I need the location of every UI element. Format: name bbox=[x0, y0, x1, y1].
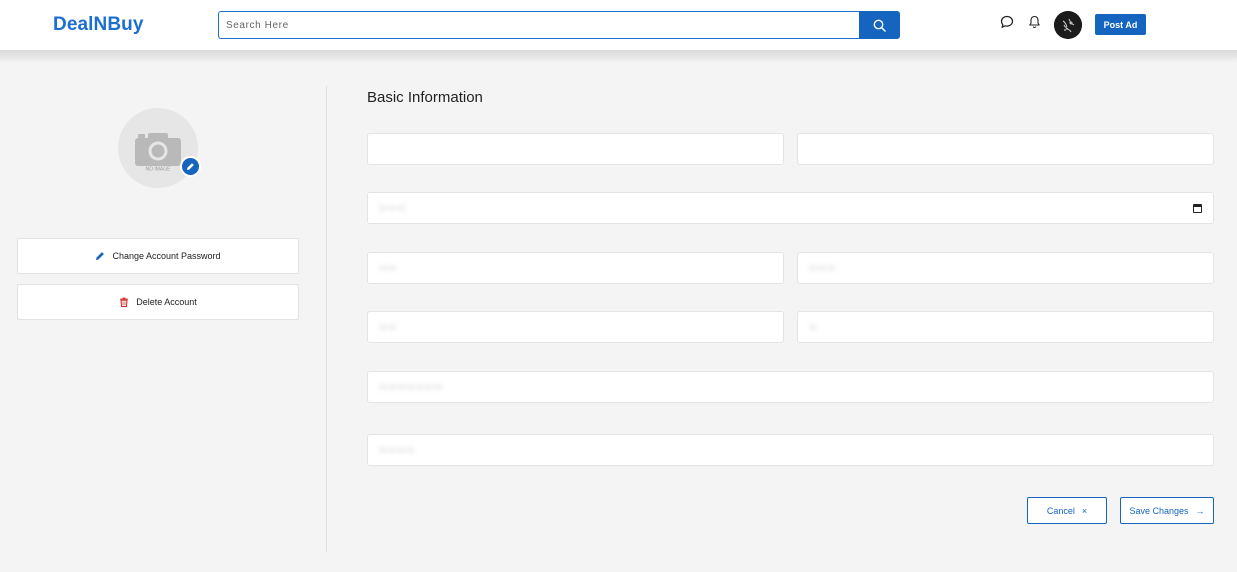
arrow-right-icon: → bbox=[1195, 505, 1205, 516]
field-value: – – – bbox=[810, 262, 835, 274]
top-header: DealNBuy Post Ad bbox=[0, 0, 1237, 50]
close-icon: × bbox=[1081, 505, 1088, 516]
search-input[interactable] bbox=[218, 11, 859, 39]
column-divider bbox=[326, 86, 327, 552]
date-field[interactable]: – – – bbox=[367, 192, 1214, 224]
field-value: – – – bbox=[380, 202, 405, 214]
form-field-1[interactable] bbox=[367, 133, 784, 165]
cancel-button[interactable]: Cancel × bbox=[1027, 497, 1107, 524]
post-ad-button[interactable]: Post Ad bbox=[1095, 14, 1146, 35]
calendar-icon[interactable] bbox=[1193, 204, 1202, 213]
notifications-button[interactable] bbox=[1026, 14, 1042, 30]
pencil-icon bbox=[187, 163, 194, 170]
section-title: Basic Information bbox=[367, 89, 483, 106]
no-image-label: NO IMAGE bbox=[145, 167, 171, 173]
trash-icon bbox=[120, 297, 129, 307]
form-field-9[interactable]: – – – – bbox=[367, 434, 1214, 466]
form-field-2[interactable] bbox=[797, 133, 1214, 165]
search-bar bbox=[218, 11, 900, 39]
logo[interactable]: DealNBuy bbox=[53, 14, 144, 36]
field-value: – – – – bbox=[380, 444, 414, 456]
edit-profile-picture-button[interactable] bbox=[180, 156, 201, 177]
search-button[interactable] bbox=[859, 11, 900, 39]
chat-button[interactable] bbox=[999, 14, 1015, 30]
delete-account-button[interactable]: Delete Account bbox=[17, 284, 299, 320]
form-field-5[interactable]: – – – bbox=[797, 252, 1214, 284]
field-value: – – – – – – – bbox=[380, 381, 442, 393]
cancel-label: Cancel bbox=[1046, 505, 1075, 516]
form-field-6[interactable]: – – bbox=[367, 311, 784, 343]
chat-icon bbox=[1000, 15, 1014, 28]
change-password-label: Change Account Password bbox=[112, 251, 221, 261]
avatar-image bbox=[1054, 11, 1082, 39]
save-changes-button[interactable]: Save Changes → bbox=[1120, 497, 1214, 524]
field-value: – bbox=[810, 321, 817, 333]
change-password-button[interactable]: Change Account Password bbox=[17, 238, 299, 274]
form-field-8[interactable]: – – – – – – – bbox=[367, 371, 1214, 403]
delete-account-label: Delete Account bbox=[136, 297, 197, 307]
avatar[interactable] bbox=[1054, 11, 1082, 39]
field-value: – – bbox=[380, 321, 396, 333]
form-field-4[interactable]: – – bbox=[367, 252, 784, 284]
save-label: Save Changes bbox=[1129, 505, 1189, 516]
form-field-7[interactable]: – bbox=[797, 311, 1214, 343]
field-value: – – bbox=[380, 262, 396, 274]
pencil-icon bbox=[96, 252, 105, 260]
bell-icon bbox=[1028, 15, 1040, 29]
search-icon bbox=[873, 19, 886, 32]
header-shadow bbox=[0, 50, 1237, 63]
